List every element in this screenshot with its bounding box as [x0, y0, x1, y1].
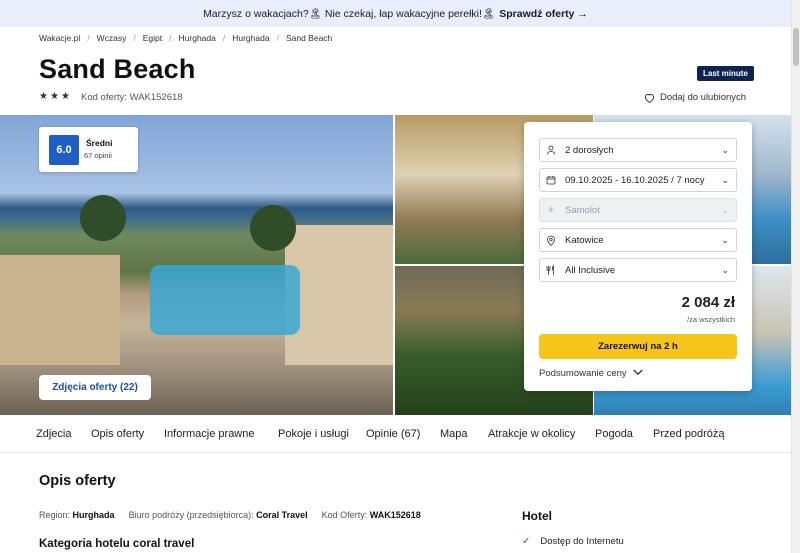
operator-label: Biuro podróży (przedsiębiorca):	[128, 510, 254, 520]
chevron-down-icon	[633, 368, 643, 379]
page-title: Sand Beach	[39, 54, 196, 84]
checkmark-icon: ✓	[522, 536, 531, 547]
category-title: Kategoria hotelu coral travel	[39, 538, 195, 550]
departure-value: Katowice	[565, 234, 604, 246]
page: Marzysz o wakacjach?🏝 Nie czekaj, łap wa…	[0, 0, 800, 553]
departure-select[interactable]: Katowice ⌄	[539, 228, 737, 252]
scrollbar[interactable]	[791, 0, 800, 553]
breadcrumb: Wakacje.pl / Wczasy / Egipt / Hurghada / Hur…	[39, 33, 333, 43]
description-title: Opis oferty	[39, 473, 116, 489]
board-value: All Inclusive	[565, 264, 616, 276]
chevron-down-icon: ⌄	[721, 235, 729, 245]
rating-reviews: 67 opinii	[84, 151, 112, 160]
nav-tab-weather[interactable]: Pogoda	[595, 428, 633, 440]
breadcrumb-link[interactable]: Egipt	[143, 33, 162, 43]
chevron-down-icon: ⌄	[721, 265, 729, 275]
person-icon	[546, 145, 556, 155]
star-icon: ★	[39, 91, 48, 102]
star-rating: ★ ★ ★	[39, 91, 70, 102]
rating-card: 6.0 Średni 67 opinii	[39, 127, 138, 172]
transport-value: Samolot	[565, 204, 600, 216]
promo-text: Marzysz o wakacjach?🏝 Nie czekaj, łap wa…	[203, 8, 496, 20]
guests-value: 2 dorosłych	[565, 144, 614, 156]
chevron-down-icon: ⌄	[721, 145, 729, 155]
breadcrumb-link[interactable]: Wakacje.pl	[39, 33, 80, 43]
code-label: Kod Oferty:	[321, 510, 368, 520]
calendar-icon	[546, 175, 556, 185]
cutlery-icon	[546, 264, 556, 275]
nav-tab-before-trip[interactable]: Przed podróżą	[653, 428, 725, 440]
amenity-label: Dostęp do Internetu	[540, 536, 624, 547]
nav-tab-photos[interactable]: Zdjecia	[36, 428, 71, 440]
heart-icon	[644, 93, 655, 103]
favorite-label: Dodaj do ulubionych	[660, 92, 747, 103]
chevron-down-icon: ⌄	[721, 175, 729, 185]
star-icon: ★	[60, 91, 70, 102]
offer-meta: Region: Hurghada Biuro podróży (przedsię…	[39, 510, 421, 520]
booking-panel: 2 dorosłych ⌄ 09.10.2025 - 16.10.2025 / …	[524, 122, 752, 391]
book-button[interactable]: Zarezerwuj na 2 h	[539, 334, 737, 359]
board-select[interactable]: All Inclusive ⌄	[539, 258, 737, 282]
photos-button[interactable]: Zdjęcia oferty (22)	[39, 375, 151, 400]
operator-value: Coral Travel	[256, 510, 308, 520]
location-pin-icon	[546, 235, 556, 246]
transport-select: ✈ Samolot ⌄	[539, 198, 737, 222]
breadcrumb-current: Sand Beach	[285, 33, 333, 43]
price-total: 2 084 zł	[681, 294, 735, 311]
star-icon: ★	[49, 91, 59, 102]
code-value: WAK152618	[369, 510, 421, 520]
breadcrumb-link[interactable]: Wczasy	[97, 33, 127, 43]
plane-icon: ✈	[547, 204, 555, 215]
nav-tab-description[interactable]: Opis oferty	[91, 428, 144, 440]
add-to-favorites-button[interactable]: Dodaj do ulubionych	[644, 92, 746, 103]
scrollbar-thumb[interactable]	[793, 28, 799, 66]
breadcrumb-link[interactable]: Hurghada	[232, 33, 269, 43]
region-value: Hurghada	[72, 510, 115, 520]
breadcrumb-link[interactable]: Hurghada	[179, 33, 216, 43]
nav-tab-attractions[interactable]: Atrakcje w okolicy	[488, 428, 575, 440]
nav-tab-map[interactable]: Mapa	[440, 428, 468, 440]
guests-select[interactable]: 2 dorosłych ⌄	[539, 138, 737, 162]
rating-label: Średni	[86, 138, 113, 148]
price-note: /za wszystkich	[687, 315, 735, 324]
offer-code: Kod oferty: WAK152618	[81, 92, 183, 103]
promo-bar: Marzysz o wakacjach?🏝 Nie czekaj, łap wa…	[0, 0, 791, 27]
chevron-down-icon: ⌄	[721, 205, 729, 215]
nav-tab-reviews[interactable]: Opinie (67)	[366, 428, 420, 440]
amenity-item: ✓ Dostęp do Internetu	[522, 536, 624, 547]
section-nav: Zdjecia Opis oferty Informacje prawne Po…	[0, 415, 791, 453]
promo-cta-link[interactable]: Sprawdź oferty	[499, 8, 588, 20]
region-label: Region:	[39, 510, 71, 520]
hotel-section-title: Hotel	[522, 509, 552, 523]
price-summary-label: Podsumowanie ceny	[539, 368, 627, 379]
price-summary-toggle[interactable]: Podsumowanie ceny	[539, 368, 643, 379]
nav-tab-legal[interactable]: Informacje prawne	[164, 428, 255, 440]
last-minute-badge: Last minute	[697, 66, 754, 81]
rating-score: 6.0	[49, 135, 79, 165]
dates-select[interactable]: 09.10.2025 - 16.10.2025 / 7 nocy ⌄	[539, 168, 737, 192]
nav-tab-rooms[interactable]: Pokoje i usługi	[278, 428, 349, 440]
dates-value: 09.10.2025 - 16.10.2025 / 7 nocy	[565, 174, 705, 186]
